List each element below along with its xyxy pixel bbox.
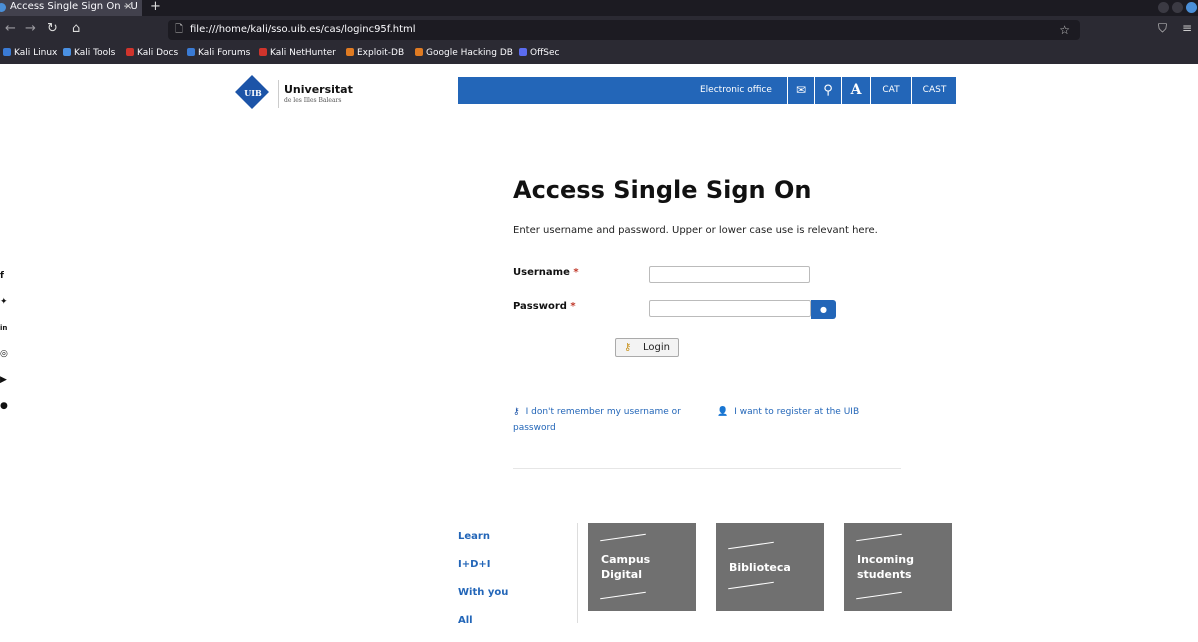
password-input[interactable] bbox=[649, 300, 811, 317]
reload-icon[interactable]: ↻ bbox=[47, 21, 58, 36]
tile-decor-line bbox=[600, 533, 646, 542]
bookmark-offsec[interactable]: OffSec bbox=[519, 48, 559, 58]
tile-decor-line bbox=[728, 581, 774, 590]
bookmark-kali-linux[interactable]: Kali Linux bbox=[3, 48, 57, 58]
bookmark-kali-nethunter[interactable]: Kali NetHunter bbox=[259, 48, 336, 58]
tab-title: Access Single Sign On - U bbox=[10, 1, 138, 12]
instagram-icon[interactable]: ◎ bbox=[0, 350, 9, 359]
show-password-eye-icon[interactable]: ● bbox=[811, 300, 836, 319]
kali-tools-icon bbox=[63, 48, 71, 56]
login-button[interactable]: ⚷ Login bbox=[615, 338, 679, 357]
divider bbox=[513, 468, 901, 469]
browser-tab-bar: Access Single Sign On - U × + bbox=[0, 0, 1198, 16]
tile-label-line1: Biblioteca bbox=[729, 561, 791, 574]
tile-decor-line bbox=[856, 591, 902, 600]
footer-nav-learn[interactable]: Learn bbox=[458, 531, 490, 542]
lang-cat-button[interactable]: CAT bbox=[870, 77, 911, 104]
logo-divider bbox=[278, 80, 279, 108]
address-bar-url: file:///home/kali/sso.uib.es/cas/loginc9… bbox=[190, 24, 416, 35]
tile-label-line1: Incoming bbox=[857, 553, 914, 566]
intro-text: Enter username and password. Upper or lo… bbox=[513, 225, 878, 236]
youtube-icon[interactable]: ▶ bbox=[0, 376, 9, 385]
search-icon[interactable]: ⚲ bbox=[814, 77, 841, 104]
required-mark: * bbox=[573, 267, 579, 278]
address-bar[interactable]: 🗋 file:///home/kali/sso.uib.es/cas/login… bbox=[168, 20, 1080, 40]
bookmark-kali-forums[interactable]: Kali Forums bbox=[187, 48, 250, 58]
register-link[interactable]: 👤 I want to register at the UIB bbox=[717, 404, 859, 420]
tile-biblioteca[interactable]: Biblioteca bbox=[716, 523, 824, 611]
required-mark: * bbox=[570, 301, 576, 312]
maximize-window-button[interactable] bbox=[1172, 2, 1183, 13]
username-input[interactable] bbox=[649, 266, 810, 283]
exploit-db-icon bbox=[346, 48, 354, 56]
footer-divider bbox=[577, 523, 578, 623]
bookmark-kali-docs[interactable]: Kali Docs bbox=[126, 48, 178, 58]
bookmark-star-icon[interactable]: ☆ bbox=[1059, 20, 1070, 40]
tile-decor-line bbox=[600, 591, 646, 600]
back-icon[interactable]: ← bbox=[5, 21, 16, 36]
browser-nav-bar: ← → ↻ ⌂ 🗋 file:///home/kali/sso.uib.es/c… bbox=[0, 16, 1198, 44]
tile-label-line2: Digital bbox=[601, 568, 642, 581]
spotify-icon[interactable]: ● bbox=[0, 402, 9, 411]
google-hacking-db-icon bbox=[415, 48, 423, 56]
logo-mark: UIB bbox=[244, 88, 262, 98]
bookmark-exploit-db[interactable]: Exploit-DB bbox=[346, 48, 404, 58]
username-label: Username * bbox=[513, 267, 579, 278]
footer-nav-with-you[interactable]: With you bbox=[458, 587, 508, 598]
bookmark-kali-tools[interactable]: Kali Tools bbox=[63, 48, 115, 58]
logo-name: Universitat bbox=[284, 83, 353, 96]
uib-logo[interactable]: UIB Universitat de les Illes Balears bbox=[235, 75, 358, 112]
home-icon[interactable]: ⌂ bbox=[72, 21, 80, 36]
kali-forums-icon bbox=[187, 48, 195, 56]
linkedin-icon[interactable]: in bbox=[0, 324, 9, 333]
page-icon: 🗋 bbox=[175, 24, 184, 35]
bookmarks-bar: Kali Linux Kali Tools Kali Docs Kali For… bbox=[0, 44, 1198, 64]
key-icon: ⚷ bbox=[513, 407, 520, 417]
tile-decor-line bbox=[856, 533, 902, 542]
browser-tab[interactable]: Access Single Sign On - U × bbox=[0, 0, 142, 16]
tab-favicon-icon bbox=[0, 3, 6, 12]
kali-linux-icon bbox=[3, 48, 11, 56]
user-edit-icon: 👤 bbox=[717, 407, 729, 417]
electronic-office-link[interactable]: Electronic office bbox=[700, 85, 772, 95]
font-size-button[interactable]: A bbox=[841, 77, 870, 104]
tile-label-line1: Campus bbox=[601, 553, 651, 566]
tile-incoming-students[interactable]: Incoming students bbox=[844, 523, 952, 611]
tile-decor-line bbox=[728, 541, 774, 550]
footer-nav-all[interactable]: All bbox=[458, 615, 473, 626]
kali-docs-icon bbox=[126, 48, 134, 56]
forgot-credentials-link[interactable]: ⚷ I don't remember my username or passwor… bbox=[513, 404, 698, 436]
tab-close-icon[interactable]: × bbox=[124, 0, 132, 14]
twitter-icon[interactable]: ✦ bbox=[0, 298, 9, 307]
login-button-label: Login bbox=[643, 342, 670, 353]
bookmark-google-hacking-db[interactable]: Google Hacking DB bbox=[415, 48, 513, 58]
mail-icon[interactable]: ✉ bbox=[787, 77, 814, 104]
kali-nethunter-icon bbox=[259, 48, 267, 56]
key-icon: ⚷ bbox=[624, 342, 632, 353]
forward-icon[interactable]: → bbox=[25, 21, 36, 36]
footer-nav-idi[interactable]: I+D+I bbox=[458, 559, 491, 570]
tile-campus-digital[interactable]: Campus Digital bbox=[588, 523, 696, 611]
header-bar: Electronic office ✉ ⚲ A CAT CAST bbox=[458, 77, 956, 104]
password-label: Password * bbox=[513, 301, 576, 312]
lang-cast-button[interactable]: CAST bbox=[911, 77, 957, 104]
menu-icon[interactable]: ≡ bbox=[1182, 21, 1192, 35]
minimize-window-button[interactable] bbox=[1158, 2, 1169, 13]
pocket-icon[interactable]: ⛉ bbox=[1158, 21, 1167, 36]
offsec-icon bbox=[519, 48, 527, 56]
facebook-icon[interactable]: f bbox=[0, 272, 9, 281]
close-window-button[interactable] bbox=[1186, 2, 1197, 13]
logo-subtitle: de les Illes Balears bbox=[284, 97, 342, 104]
new-tab-button[interactable]: + bbox=[150, 0, 161, 14]
page-title: Access Single Sign On bbox=[513, 176, 812, 204]
tile-label-line2: students bbox=[857, 568, 912, 581]
